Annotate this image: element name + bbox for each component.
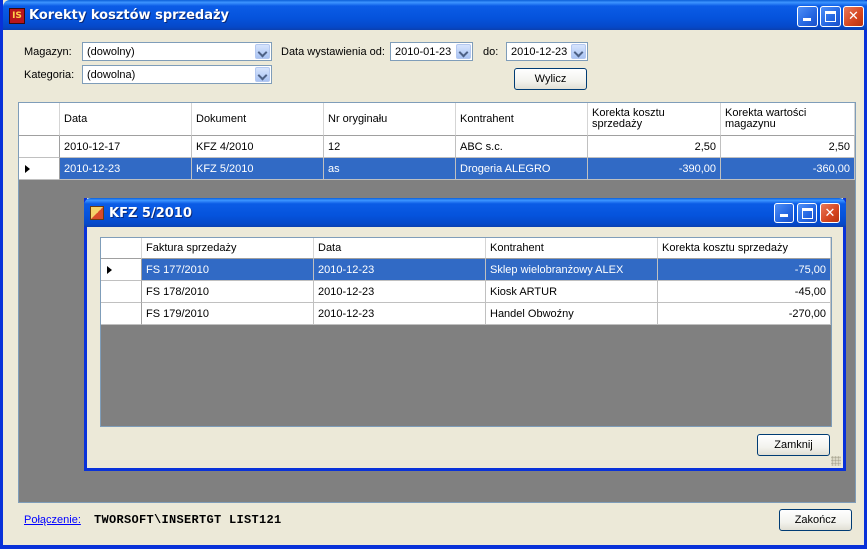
column-header-data[interactable]: Data [314, 238, 486, 259]
minimize-icon [803, 18, 811, 21]
grid-header: Data Dokument Nr oryginału Kontrahent Ko… [19, 103, 855, 136]
magazyn-select[interactable]: (dowolny) [82, 42, 272, 61]
cell-data[interactable]: 2010-12-23 [314, 259, 486, 281]
cell-korekta[interactable]: -45,00 [658, 281, 831, 303]
row-header-corner [101, 238, 142, 259]
form-icon [90, 206, 104, 220]
cell-data[interactable]: 2010-12-23 [314, 281, 486, 303]
column-header-korekta-wartosci[interactable]: Korekta wartości magazynu [721, 103, 855, 136]
detail-window-title: KFZ 5/2010 [109, 206, 192, 221]
date-to-picker[interactable]: 2010-12-23 [506, 42, 588, 61]
column-header-kontrahent[interactable]: Kontrahent [486, 238, 658, 259]
detail-grid-header: Faktura sprzedaży Data Kontrahent Korekt… [101, 238, 831, 259]
kategoria-select[interactable]: (dowolna) [82, 65, 272, 84]
column-header-kontrahent[interactable]: Kontrahent [456, 103, 588, 136]
column-header-dokument[interactable]: Dokument [192, 103, 324, 136]
detail-close-button[interactable]: ✕ [820, 203, 840, 223]
cell-kontrahent[interactable]: Kiosk ARTUR [486, 281, 658, 303]
cell-dokument[interactable]: KFZ 4/2010 [192, 136, 324, 158]
cell-korekta-kosztu[interactable]: -390,00 [588, 158, 721, 180]
date-from-value: 2010-01-23 [395, 46, 452, 58]
close-button[interactable]: ✕ [843, 6, 864, 27]
table-row[interactable]: FS 179/2010 2010-12-23 Handel Obwoźny -2… [101, 303, 831, 325]
detail-maximize-button[interactable] [797, 203, 817, 223]
cell-faktura[interactable]: FS 179/2010 [142, 303, 314, 325]
window-title: Korekty kosztów sprzedaży [29, 8, 230, 23]
chevron-down-icon[interactable] [255, 44, 270, 59]
magazyn-value: (dowolny) [87, 46, 135, 58]
window-bottom-border [3, 545, 867, 549]
cell-data[interactable]: 2010-12-23 [314, 303, 486, 325]
cell-nr-oryginalu[interactable]: 12 [324, 136, 456, 158]
row-header[interactable] [19, 136, 60, 158]
row-header[interactable] [101, 303, 142, 325]
column-header-data[interactable]: Data [60, 103, 192, 136]
minimize-button[interactable] [797, 6, 818, 27]
cell-data[interactable]: 2010-12-17 [60, 136, 192, 158]
chevron-down-icon[interactable] [571, 44, 586, 59]
column-header-nr-oryginalu[interactable]: Nr oryginału [324, 103, 456, 136]
cell-korekta[interactable]: -270,00 [658, 303, 831, 325]
magazyn-label: Magazyn: [24, 46, 72, 58]
detail-title-bar[interactable]: KFZ 5/2010 ✕ [84, 198, 846, 227]
date-to-value: 2010-12-23 [511, 46, 568, 58]
exit-button[interactable]: Zakończ [779, 509, 852, 531]
detail-grid[interactable]: Faktura sprzedaży Data Kontrahent Korekt… [100, 237, 832, 427]
close-icon: ✕ [824, 206, 836, 221]
resize-grip-icon[interactable] [831, 456, 841, 466]
table-row[interactable]: 2010-12-17 KFZ 4/2010 12 ABC s.c. 2,50 2… [19, 136, 855, 158]
cell-nr-oryginalu[interactable]: as [324, 158, 456, 180]
date-from-label: Data wystawienia od: [281, 46, 385, 58]
detail-minimize-button[interactable] [774, 203, 794, 223]
kategoria-label: Kategoria: [24, 69, 75, 81]
table-row[interactable]: FS 178/2010 2010-12-23 Kiosk ARTUR -45,0… [101, 281, 831, 303]
row-header[interactable] [101, 259, 142, 281]
cell-data[interactable]: 2010-12-23 [60, 158, 192, 180]
minimize-icon [780, 214, 788, 217]
cell-korekta-wartosci[interactable]: 2,50 [721, 136, 855, 158]
cell-faktura[interactable]: FS 178/2010 [142, 281, 314, 303]
cell-korekta-wartosci[interactable]: -360,00 [721, 158, 855, 180]
column-header-faktura[interactable]: Faktura sprzedaży [142, 238, 314, 259]
date-to-label: do: [483, 46, 499, 58]
current-row-pointer-icon [107, 265, 112, 274]
chevron-down-icon[interactable] [456, 44, 471, 59]
row-header[interactable] [19, 158, 60, 180]
maximize-icon [802, 208, 813, 219]
maximize-button[interactable] [820, 6, 841, 27]
cell-korekta-kosztu[interactable]: 2,50 [588, 136, 721, 158]
column-header-korekta-kosztu[interactable]: Korekta kosztu sprzedaży [588, 103, 721, 136]
connection-link[interactable]: Połączenie: [24, 514, 81, 526]
row-header-corner [19, 103, 60, 136]
cell-dokument[interactable]: KFZ 5/2010 [192, 158, 324, 180]
close-detail-button[interactable]: Zamknij [757, 434, 830, 456]
current-row-pointer-icon [25, 164, 30, 173]
date-from-picker[interactable]: 2010-01-23 [390, 42, 473, 61]
calculate-button[interactable]: Wylicz [514, 68, 587, 90]
cell-kontrahent[interactable]: Sklep wielobranżowy ALEX [486, 259, 658, 281]
kategoria-value: (dowolna) [87, 69, 136, 81]
table-row-selected[interactable]: FS 177/2010 2010-12-23 Sklep wielobranżo… [101, 259, 831, 281]
cell-kontrahent[interactable]: ABC s.c. [456, 136, 588, 158]
title-bar[interactable]: IS Korekty kosztów sprzedaży ✕ [3, 0, 867, 30]
row-header[interactable] [101, 281, 142, 303]
cell-korekta[interactable]: -75,00 [658, 259, 831, 281]
column-header-korekta-kosztu[interactable]: Korekta kosztu sprzedaży [658, 238, 831, 259]
close-icon: ✕ [848, 9, 859, 24]
cell-kontrahent[interactable]: Drogeria ALEGRO [456, 158, 588, 180]
table-row-selected[interactable]: 2010-12-23 KFZ 5/2010 as Drogeria ALEGRO… [19, 158, 855, 180]
detail-window: KFZ 5/2010 ✕ Faktura sprzedaży Data Kont… [84, 198, 846, 471]
app-icon: IS [9, 8, 25, 24]
main-window: IS Korekty kosztów sprzedaży ✕ Magazyn: … [0, 0, 867, 549]
connection-value: TWORSOFT\INSERTGT LIST121 [94, 513, 282, 527]
cell-kontrahent[interactable]: Handel Obwoźny [486, 303, 658, 325]
chevron-down-icon[interactable] [255, 67, 270, 82]
maximize-icon [825, 11, 836, 22]
cell-faktura[interactable]: FS 177/2010 [142, 259, 314, 281]
